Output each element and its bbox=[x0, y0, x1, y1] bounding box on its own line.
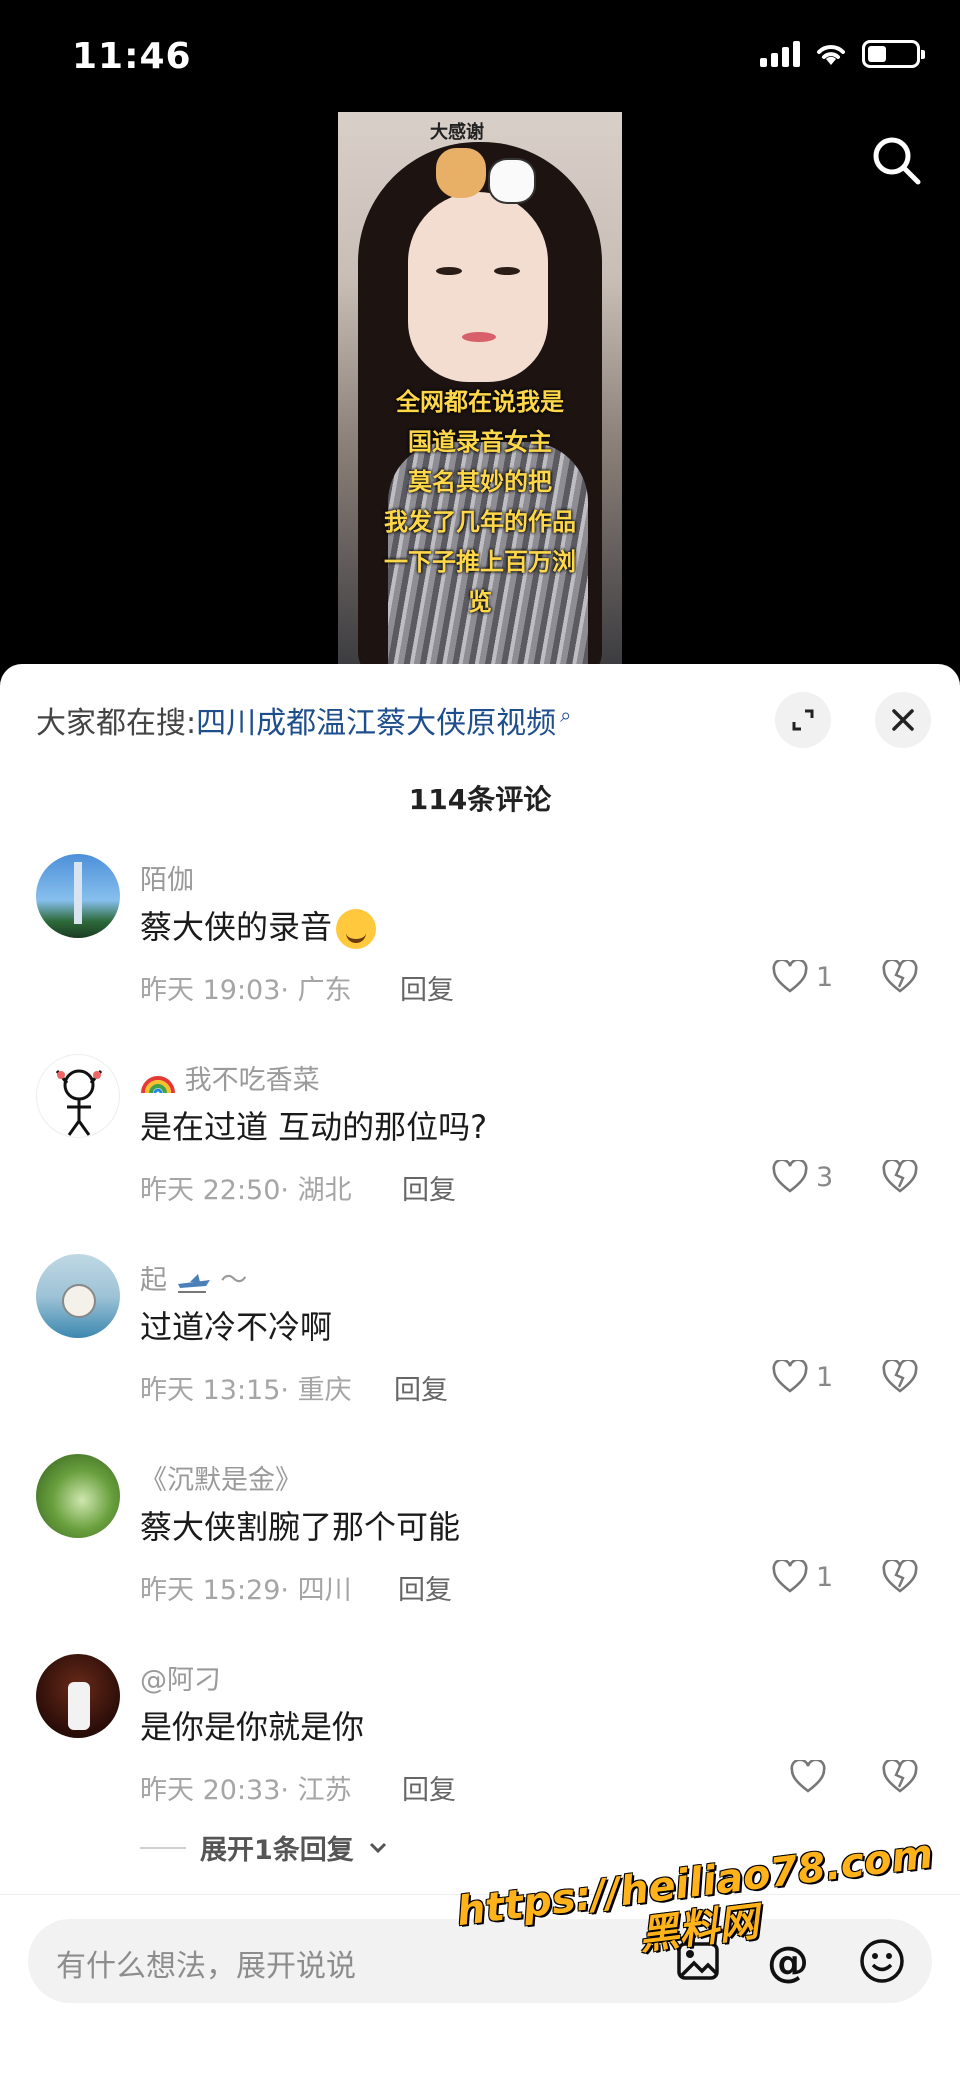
comment-text: 是在过道 互动的那位吗? bbox=[140, 1108, 488, 1146]
status-icons bbox=[760, 40, 925, 68]
heart-icon bbox=[790, 1760, 826, 1793]
comment-username[interactable]: 《沉默是金》 bbox=[140, 1458, 302, 1497]
comment-item: 《沉默是金》 蔡大侠割腕了那个可能 昨天 15:29· 四川 回复 1 bbox=[0, 1454, 960, 1654]
reply-button[interactable]: 回复 bbox=[402, 1168, 456, 1207]
expand-button[interactable] bbox=[775, 692, 831, 748]
comment-meta: 昨天 15:29· 四川 bbox=[140, 1575, 352, 1606]
avatar[interactable] bbox=[36, 1454, 120, 1538]
comment-item: 我不吃香菜 是在过道 互动的那位吗? 昨天 22:50· 湖北 回复 3 bbox=[0, 1054, 960, 1254]
emoji-icon[interactable] bbox=[854, 1933, 910, 1989]
heart-icon bbox=[772, 1360, 808, 1393]
reply-button[interactable]: 回复 bbox=[400, 968, 454, 1007]
comment-username[interactable]: @阿刁 bbox=[140, 1658, 221, 1697]
battery-icon bbox=[862, 40, 925, 68]
expand-replies-button[interactable]: 展开1条回复 bbox=[140, 1828, 388, 1867]
comment-text: 蔡大侠的录音 bbox=[140, 902, 377, 949]
heart-icon bbox=[772, 1160, 808, 1193]
comment-username[interactable]: 起 ～ bbox=[140, 1258, 247, 1297]
avatar[interactable] bbox=[36, 854, 120, 938]
like-button[interactable]: 1 bbox=[772, 1360, 833, 1394]
status-bar: 11:46 bbox=[0, 0, 960, 110]
comment-panel: 大家都在搜: 四川成都温江蔡大侠原视频 ⌕ 114条评论 陌伽 蔡大侠的录音 昨… bbox=[0, 664, 960, 2078]
sticker-text: 大感谢 bbox=[430, 122, 484, 143]
comment-text: 是你是你就是你 bbox=[140, 1708, 365, 1746]
like-button[interactable]: 1 bbox=[772, 1560, 833, 1594]
cow-sticker bbox=[488, 158, 536, 204]
video-frame[interactable]: 大感谢 全网都在说我是 国道录音女主 莫名其妙的把 我发了几年的作品 一下子推上… bbox=[338, 112, 622, 672]
status-time: 11:46 bbox=[72, 36, 192, 77]
like-button[interactable]: 3 bbox=[772, 1160, 833, 1194]
expand-replies-label: 展开1条回复 bbox=[200, 1835, 354, 1866]
like-button[interactable]: 1 bbox=[772, 960, 833, 994]
comment-text: 蔡大侠割腕了那个可能 bbox=[140, 1508, 461, 1546]
close-button[interactable] bbox=[875, 692, 931, 748]
comment-item: 陌伽 蔡大侠的录音 昨天 19:03· 广东 回复 1 bbox=[0, 854, 960, 1054]
broken-heart-icon[interactable] bbox=[882, 1560, 918, 1594]
comment-username[interactable]: 陌伽 bbox=[140, 858, 194, 897]
video-person-face bbox=[408, 192, 548, 382]
reply-button[interactable]: 回复 bbox=[398, 1568, 452, 1607]
hot-search-query[interactable]: 四川成都温江蔡大侠原视频 bbox=[196, 698, 556, 742]
broken-heart-icon[interactable] bbox=[882, 1160, 918, 1194]
search-icon[interactable] bbox=[868, 132, 924, 188]
reply-button[interactable]: 回复 bbox=[394, 1368, 448, 1407]
bear-sticker bbox=[436, 148, 486, 198]
like-count: 1 bbox=[816, 1361, 834, 1393]
like-count: 1 bbox=[816, 1561, 834, 1593]
like-count: 1 bbox=[816, 961, 834, 993]
avatar[interactable] bbox=[36, 1254, 120, 1338]
search-small-icon: ⌕ bbox=[560, 703, 572, 727]
hot-search-bar[interactable]: 大家都在搜: 四川成都温江蔡大侠原视频 ⌕ bbox=[36, 698, 571, 742]
crying-laugh-emoji-icon bbox=[336, 909, 377, 949]
heart-icon bbox=[772, 1560, 808, 1593]
heart-icon bbox=[772, 960, 808, 993]
broken-heart-icon[interactable] bbox=[882, 960, 918, 994]
comment-meta: 昨天 13:15· 重庆 bbox=[140, 1375, 352, 1406]
signal-icon bbox=[760, 41, 800, 67]
video-caption: 全网都在说我是 国道录音女主 莫名其妙的把 我发了几年的作品 一下子推上百万浏 … bbox=[384, 388, 576, 616]
hot-search-label: 大家都在搜: bbox=[36, 706, 197, 741]
comment-text: 过道冷不冷啊 bbox=[140, 1308, 333, 1346]
broken-heart-icon[interactable] bbox=[882, 1360, 918, 1394]
like-button[interactable] bbox=[790, 1760, 834, 1794]
comment-meta: 昨天 19:03· 广东 bbox=[140, 975, 352, 1006]
divider bbox=[140, 1846, 186, 1849]
reply-button[interactable]: 回复 bbox=[402, 1768, 456, 1807]
comment-meta: 昨天 22:50· 湖北 bbox=[140, 1175, 352, 1206]
comment-username[interactable]: 我不吃香菜 bbox=[140, 1058, 320, 1097]
avatar[interactable] bbox=[36, 1054, 120, 1138]
video-area[interactable]: 大感谢 全网都在说我是 国道录音女主 莫名其妙的把 我发了几年的作品 一下子推上… bbox=[0, 110, 960, 672]
comment-item: @阿刁 是你是你就是你 昨天 20:33· 江苏 回复 bbox=[0, 1654, 960, 1854]
like-count: 3 bbox=[816, 1161, 834, 1193]
comment-item: 起 ～ 过道冷不冷啊 昨天 13:15· 重庆 回复 1 bbox=[0, 1254, 960, 1454]
wifi-icon bbox=[817, 45, 845, 65]
rainbow-icon bbox=[141, 1075, 175, 1093]
comment-meta: 昨天 20:33· 江苏 bbox=[140, 1775, 352, 1806]
chevron-down-icon bbox=[369, 1842, 386, 1853]
expand-icon bbox=[792, 709, 814, 731]
broken-heart-icon[interactable] bbox=[882, 1760, 918, 1794]
avatar[interactable] bbox=[36, 1654, 120, 1738]
comment-count: 114条评论 bbox=[408, 783, 552, 816]
airplane-icon bbox=[177, 1273, 210, 1293]
close-icon bbox=[892, 709, 914, 731]
comment-input-placeholder: 有什么想法，展开说说 bbox=[56, 1949, 356, 1984]
